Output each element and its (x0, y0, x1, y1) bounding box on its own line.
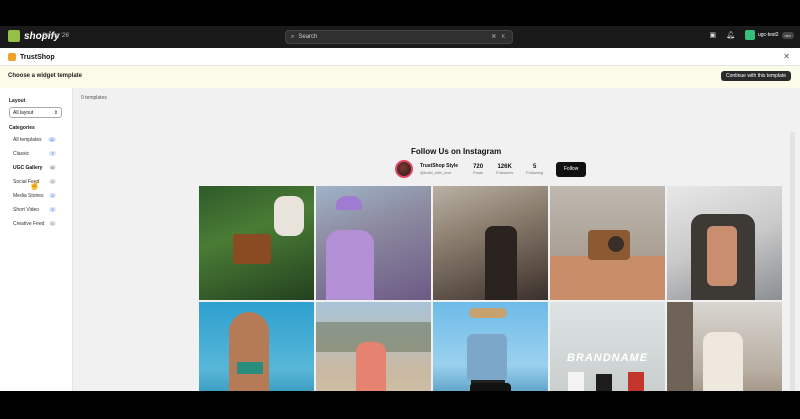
photo-tile[interactable] (199, 302, 314, 391)
search-placeholder: Search (298, 34, 318, 40)
close-icon[interactable]: ✕ (783, 52, 790, 61)
browser-top-area (0, 0, 800, 26)
brand-text: BRANDNAME (566, 352, 649, 364)
dev-badge: dev (781, 31, 794, 39)
stat-label: Followers (496, 169, 514, 175)
categories-heading: Categories (9, 125, 35, 131)
photo-tile[interactable]: BRANDNAME (550, 302, 665, 391)
category-count: 0 (49, 221, 56, 226)
app-title: TrustShop (8, 53, 55, 61)
search-input[interactable]: ⌕ Search ⌘ K (285, 30, 513, 44)
category-item-ugc-gallery[interactable]: UGC Gallery 0 (9, 162, 60, 173)
photo-grid: BRANDNAME (199, 186, 782, 391)
profile-handle: @build_with_love (420, 170, 452, 175)
sidebar: Layout All layout ⇕ Categories All templ… (0, 88, 73, 391)
category-count: 7 (49, 151, 56, 156)
photo-tile[interactable] (667, 302, 782, 391)
stat-value: 126K (497, 163, 512, 170)
avatar (744, 30, 755, 40)
category-count: 0 (49, 179, 56, 184)
layout-select-value: All layout (13, 110, 34, 116)
photo-tile[interactable] (316, 186, 431, 300)
category-item-media-stories[interactable]: Media Stories 2 (9, 190, 60, 201)
user-name: ugc-test2 (757, 32, 779, 38)
app-name: TrustShop (20, 53, 55, 61)
bell-icon[interactable]: 🔔︎ (726, 31, 735, 39)
stat-value: 720 (473, 163, 484, 170)
template-preview-area: 0 templates Follow Us on Instagram Trust… (73, 88, 795, 391)
instagram-profile-header: TrustShop Style @build_with_love 720 Pos… (395, 160, 587, 178)
photo-tile[interactable] (316, 302, 431, 391)
category-label: Classic (13, 150, 30, 157)
widget-title: Follow Us on Instagram (411, 147, 502, 156)
category-item-all-templates[interactable]: All templates 11 (9, 134, 60, 145)
app-header: TrustShop ✕ (0, 48, 800, 66)
photo-tile[interactable] (433, 186, 548, 300)
stat-followers: 126K Followers (496, 164, 513, 175)
mouse-pointer-icon: ☝ (29, 180, 41, 190)
choose-template-bar: Choose a widget template Continue with t… (0, 66, 800, 88)
photo-tile[interactable] (199, 186, 314, 300)
layout-heading: Layout (9, 98, 26, 104)
category-item-short-video[interactable]: Short Video 2 (9, 204, 60, 215)
shopify-bag-icon (8, 30, 20, 42)
edition-label: Spring '26 (42, 33, 69, 39)
photo-tile[interactable] (433, 302, 548, 391)
page-title: Choose a widget template (8, 73, 83, 79)
photo-tile[interactable] (550, 186, 665, 300)
category-label: Short Video (13, 206, 40, 213)
search-shortcut: ⌘ K (491, 34, 507, 40)
profile-info: TrustShop Style @build_with_love (420, 163, 458, 175)
category-label: Creative Feed (13, 220, 45, 227)
profile-name: TrustShop Style (420, 163, 459, 169)
trustshop-icon (8, 53, 16, 61)
category-count: 2 (49, 207, 56, 212)
category-count: 0 (49, 165, 56, 170)
search-icon: ⌕ (291, 33, 295, 40)
category-item-classic[interactable]: Classic 7 (9, 148, 60, 159)
user-menu[interactable]: ugc-test2 dev (744, 30, 794, 40)
photo-tile[interactable] (667, 186, 782, 300)
continue-button[interactable]: Continue with this template (720, 71, 791, 81)
category-item-creative-feed[interactable]: Creative Feed 0 (9, 218, 60, 229)
follow-button[interactable]: Follow (556, 161, 587, 177)
profile-avatar (395, 160, 413, 178)
admin-right-icons: ▣ 🔔︎ ugc-test2 dev (709, 30, 794, 40)
category-count: 11 (47, 137, 56, 142)
chevron-updown-icon: ⇕ (53, 110, 58, 116)
category-label: Media Stories (13, 192, 44, 199)
layout-select[interactable]: All layout ⇕ (9, 107, 62, 118)
bottom-tab[interactable] (470, 383, 511, 391)
templates-count: 0 templates (81, 95, 107, 101)
stat-label: Following (526, 169, 544, 175)
stat-label: Posts (473, 169, 484, 175)
category-label: All templates (13, 136, 42, 143)
scrollbar[interactable] (790, 132, 795, 391)
store-icon[interactable]: ▣ (709, 31, 716, 39)
app-frame: TrustShop ✕ Choose a widget template Con… (0, 48, 800, 391)
stat-following: 5 Following (526, 164, 543, 175)
category-count: 2 (49, 193, 56, 198)
stat-posts: 720 Posts (473, 164, 483, 175)
category-label: UGC Gallery (13, 164, 43, 171)
shopify-admin-bar: shopify Spring '26 ⌕ Search ⌘ K ▣ 🔔︎ ugc… (0, 26, 800, 48)
